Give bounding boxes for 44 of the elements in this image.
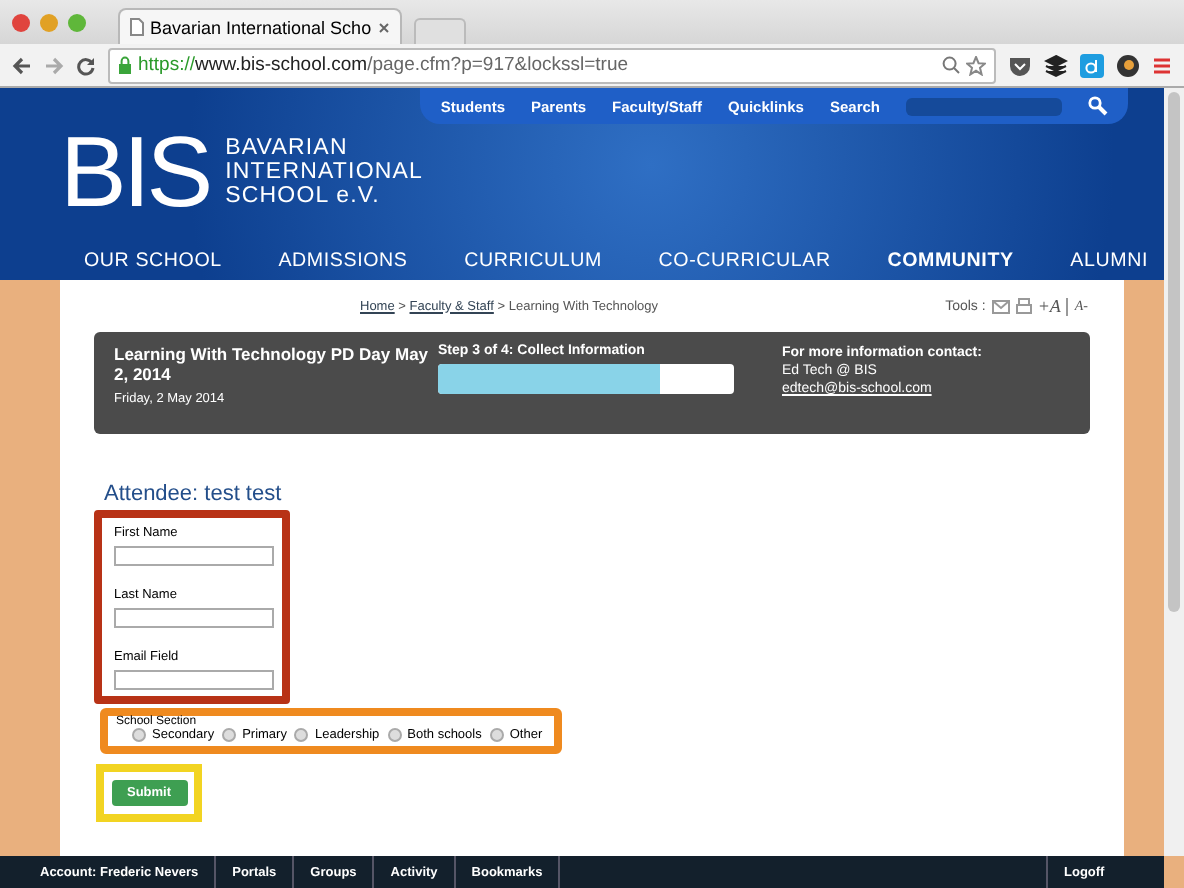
nav-link[interactable]: CO-CURRICULAR xyxy=(658,250,831,272)
reload-icon[interactable] xyxy=(76,55,96,75)
nav-link[interactable]: CURRICULUM xyxy=(464,250,602,272)
layers-icon[interactable] xyxy=(1044,53,1068,77)
pocket-icon[interactable] xyxy=(1008,53,1032,77)
search-field[interactable] xyxy=(906,97,1062,115)
logo-text: SCHOOL e.V. xyxy=(225,184,382,208)
nav-link[interactable]: COMMUNITY xyxy=(887,250,1014,272)
maximize-icon[interactable] xyxy=(68,13,86,31)
minimize-icon[interactable] xyxy=(40,13,58,31)
increase-text-button[interactable]: +A xyxy=(1037,296,1061,316)
logo-text: INTERNATIONAL xyxy=(225,160,424,184)
address-bar[interactable]: https://www.bis-school.com/page.cfm?p=917&lockssl=true xyxy=(108,47,996,83)
search-icon[interactable] xyxy=(1088,96,1108,116)
page-icon xyxy=(130,18,144,36)
mail-icon[interactable] xyxy=(991,299,1010,313)
input-field[interactable] xyxy=(114,608,274,628)
logo-mark: BIS xyxy=(60,122,210,222)
extension-icon[interactable] xyxy=(1116,53,1140,77)
star-icon[interactable] xyxy=(966,55,986,75)
zoom-icon[interactable] xyxy=(942,56,960,74)
close-icon[interactable] xyxy=(12,13,30,31)
forward-icon[interactable] xyxy=(44,55,64,75)
print-icon[interactable] xyxy=(1015,297,1032,315)
lock-icon xyxy=(118,56,132,74)
radio-button[interactable] xyxy=(132,728,146,742)
attendee-heading: Attendee: test test xyxy=(104,482,284,506)
input-field[interactable] xyxy=(114,546,274,566)
nav-link[interactable]: ALUMNI xyxy=(1070,250,1148,272)
browser-tab[interactable]: Bavarian International Scho xyxy=(118,8,402,44)
radio-button[interactable] xyxy=(489,728,504,742)
menu-icon[interactable] xyxy=(1152,55,1172,75)
input-field[interactable] xyxy=(114,670,274,690)
close-icon[interactable] xyxy=(377,21,390,33)
radio-button[interactable] xyxy=(294,728,309,742)
new-tab-button[interactable] xyxy=(413,18,466,44)
scrollbar[interactable] xyxy=(1164,88,1184,856)
logo-text: BAVARIAN xyxy=(225,136,350,160)
nav-link[interactable]: OUR SCHOOL xyxy=(84,250,222,272)
event-title: Learning With Technology PD Day May 2, 2014 xyxy=(114,344,431,384)
back-icon[interactable] xyxy=(12,55,32,75)
nav-link[interactable]: ADMISSIONS xyxy=(278,250,408,272)
radio-button[interactable] xyxy=(222,728,237,742)
radio-button[interactable] xyxy=(387,728,402,742)
